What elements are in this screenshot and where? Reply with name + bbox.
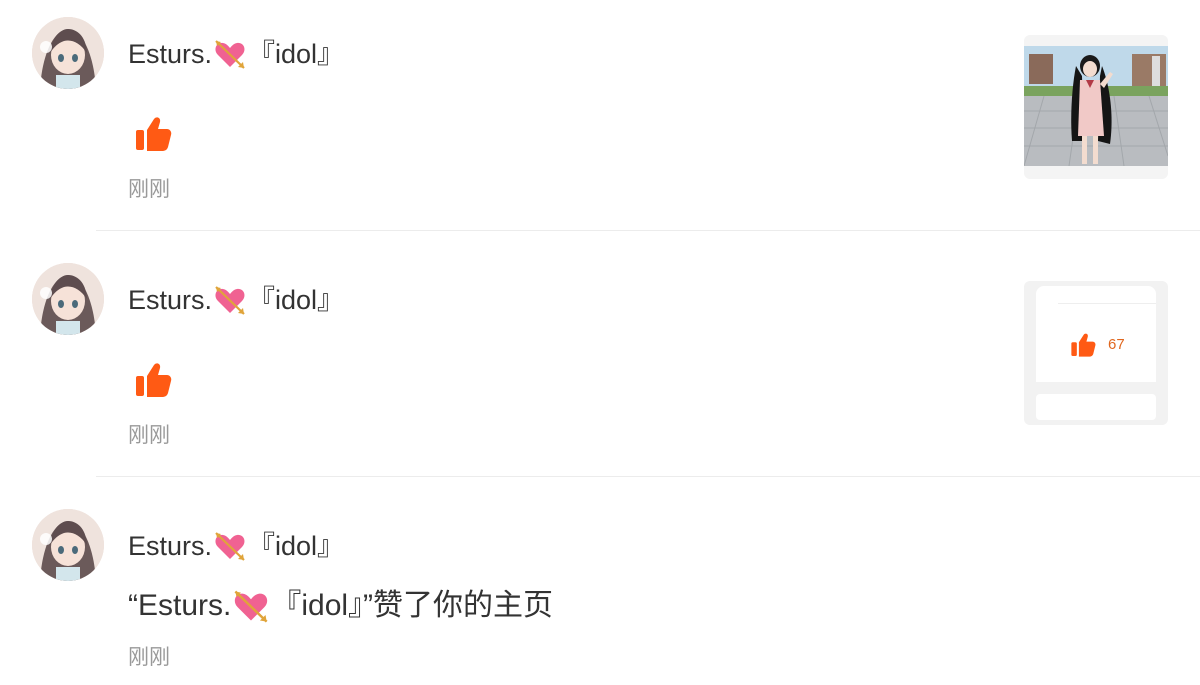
thumbnail-card-body: 67	[1036, 286, 1156, 382]
avatar[interactable]	[32, 509, 104, 581]
username[interactable]: Esturs. 『idol』	[128, 283, 344, 317]
notification-message: “Esturs. 『idol』”赞了你的主页	[128, 587, 553, 625]
post-thumbnail-card[interactable]: 67	[1024, 281, 1168, 425]
thumbnail-card-footer	[1036, 394, 1156, 420]
username[interactable]: Esturs. 『idol』	[128, 529, 344, 563]
timestamp: 刚刚	[128, 178, 170, 201]
heart-with-arrow-icon	[234, 590, 268, 623]
notification-item[interactable]: Esturs. 『idol』 “Esturs. 『idol』”赞了你的主页 刚刚	[0, 492, 1200, 685]
heart-with-arrow-icon	[215, 286, 245, 315]
avatar[interactable]	[32, 263, 104, 335]
timestamp: 刚刚	[128, 646, 170, 669]
username-prefix: Esturs.	[128, 531, 213, 561]
message-suffix: 『idol』”赞了你的主页	[271, 589, 554, 622]
username-suffix: 『idol』	[248, 531, 345, 561]
username-prefix: Esturs.	[128, 39, 213, 69]
notification-item[interactable]: Esturs. 『idol』 刚刚 67	[0, 246, 1200, 476]
divider	[96, 230, 1200, 231]
thumbs-up-icon	[136, 363, 172, 397]
message-prefix: “Esturs.	[128, 589, 232, 622]
username-suffix: 『idol』	[248, 285, 345, 315]
thumbs-up-icon	[136, 117, 172, 151]
notification-item[interactable]: Esturs. 『idol』 刚刚	[0, 0, 1200, 230]
username-prefix: Esturs.	[128, 285, 213, 315]
like-count: 67	[1108, 336, 1125, 353]
thumbs-up-icon	[1071, 333, 1096, 357]
username-suffix: 『idol』	[248, 39, 345, 69]
post-thumbnail[interactable]	[1024, 35, 1168, 179]
username[interactable]: Esturs. 『idol』	[128, 37, 344, 71]
heart-with-arrow-icon	[215, 532, 245, 561]
notification-feed: Esturs. 『idol』 刚刚 Esturs. 『idol』 刚刚 67 E…	[0, 0, 1200, 685]
avatar[interactable]	[32, 17, 104, 89]
timestamp: 刚刚	[128, 424, 170, 447]
post-image	[1024, 46, 1168, 166]
divider	[96, 476, 1200, 477]
heart-with-arrow-icon	[215, 40, 245, 69]
thumbnail-divider	[1058, 303, 1156, 304]
